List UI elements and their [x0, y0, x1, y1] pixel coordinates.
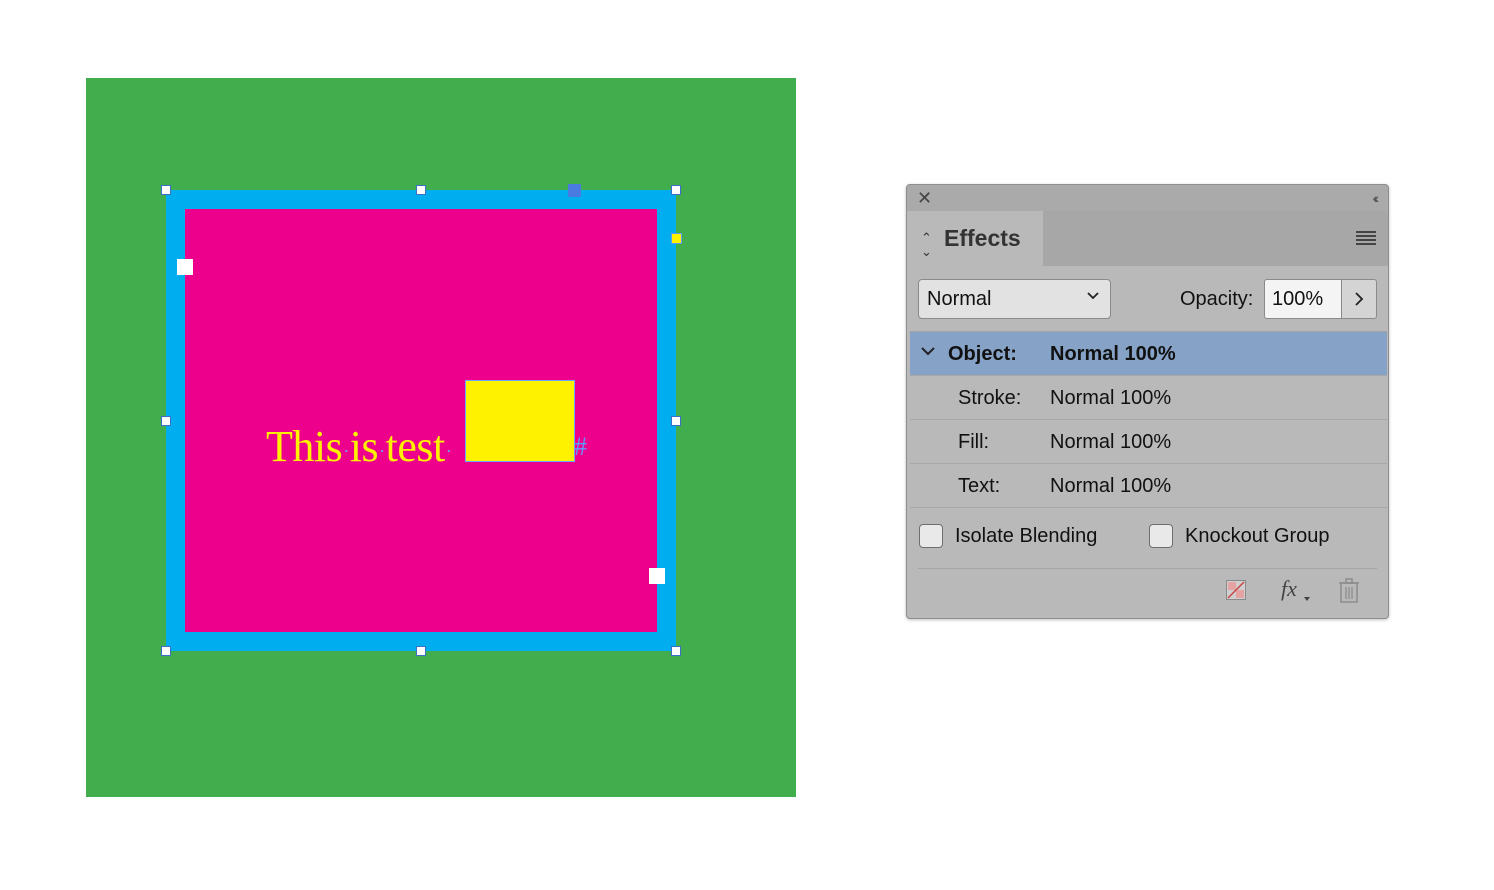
footer-divider	[918, 568, 1377, 569]
live-corner-handle[interactable]	[671, 233, 682, 244]
text-word: is	[349, 422, 379, 471]
tab-effects[interactable]: ⌃ ⌄ Effects	[907, 211, 1043, 266]
isolate-blending-option[interactable]: Isolate Blending	[919, 524, 1119, 550]
resize-handle-bottom-center[interactable]	[416, 646, 426, 656]
inline-yellow-box[interactable]	[465, 380, 575, 462]
panel-titlebar[interactable]: ✕ ‹‹	[907, 185, 1388, 211]
text-in-port-handle[interactable]	[177, 259, 193, 275]
resize-handle-top-left[interactable]	[161, 185, 171, 195]
target-row-stroke[interactable]: Stroke: Normal 100%	[910, 376, 1387, 420]
fx-icon[interactable]: fx	[1280, 577, 1312, 603]
blend-mode-select[interactable]: Normal	[918, 279, 1111, 319]
tab-label: Effects	[944, 225, 1021, 251]
chevron-down-icon	[1087, 292, 1099, 300]
resize-handle-middle-right[interactable]	[671, 416, 681, 426]
target-row-text[interactable]: Text: Normal 100%	[910, 464, 1387, 508]
trash-icon[interactable]	[1338, 578, 1360, 603]
frame-text[interactable]: This·is·test·	[266, 420, 452, 478]
space-marker: ·	[343, 440, 349, 461]
clear-effects-icon[interactable]	[1225, 579, 1247, 601]
resize-handle-top-right[interactable]	[671, 185, 681, 195]
target-row-object[interactable]: Object: Normal 100%	[910, 332, 1387, 376]
resize-handle-top-center[interactable]	[416, 185, 426, 195]
resize-handle-bottom-left[interactable]	[161, 646, 171, 656]
target-value: Normal 100%	[1050, 431, 1172, 453]
end-of-story-marker: #	[574, 432, 587, 461]
target-label: Text:	[958, 475, 1001, 497]
double-chevron-left-icon[interactable]: ‹‹	[1373, 188, 1380, 208]
text-word: test	[385, 422, 446, 471]
resize-handle-bottom-right[interactable]	[671, 646, 681, 656]
close-icon[interactable]: ✕	[917, 188, 932, 208]
effects-panel: ✕ ‹‹ ⌃ ⌄ Effects Normal Opacity: 100% Obj…	[906, 184, 1389, 619]
chevron-right-icon	[1355, 292, 1364, 306]
opacity-label: Opacity:	[1180, 288, 1254, 310]
target-value: Normal 100%	[1050, 387, 1172, 409]
knockout-group-checkbox[interactable]	[1149, 524, 1173, 548]
target-value: Normal 100%	[1050, 475, 1172, 497]
target-row-fill[interactable]: Fill: Normal 100%	[910, 420, 1387, 464]
knockout-group-label: Knockout Group	[1185, 525, 1330, 547]
target-label: Object:	[948, 343, 1017, 365]
opacity-slider-button[interactable]	[1341, 279, 1377, 319]
isolate-blending-checkbox[interactable]	[919, 524, 943, 548]
target-value: Normal 100%	[1050, 343, 1176, 365]
svg-text:fx: fx	[1281, 577, 1297, 601]
target-label: Fill:	[958, 431, 990, 453]
opacity-input[interactable]: 100%	[1264, 279, 1341, 319]
chevron-down-icon[interactable]	[920, 345, 936, 357]
resize-handle-middle-left[interactable]	[161, 416, 171, 426]
tab-expand-arrows-icon: ⌃ ⌄	[921, 230, 932, 259]
effects-target-list: Object: Normal 100% Stroke: Normal 100% …	[910, 331, 1387, 508]
text-word: This	[266, 422, 343, 471]
space-marker: ·	[445, 440, 452, 461]
isolate-blending-label: Isolate Blending	[955, 525, 1098, 547]
text-out-port-handle[interactable]	[649, 568, 665, 584]
knockout-group-option[interactable]: Knockout Group	[1149, 524, 1359, 550]
blend-mode-value: Normal	[927, 288, 992, 310]
space-marker: ·	[379, 440, 385, 461]
target-label: Stroke:	[958, 387, 1022, 409]
content-grabber-handle[interactable]	[568, 184, 581, 197]
hamburger-menu-icon[interactable]	[1356, 231, 1376, 245]
panel-tabstrip: ⌃ ⌄ Effects	[907, 211, 1388, 266]
